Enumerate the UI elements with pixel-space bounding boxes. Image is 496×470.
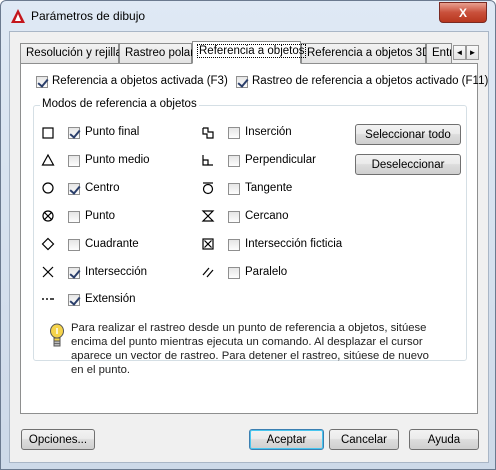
- ok-button[interactable]: Aceptar: [249, 429, 324, 450]
- node-label[interactable]: Punto: [85, 210, 115, 222]
- tangent-icon: [202, 182, 214, 195]
- group-title: Modos de referencia a objetos: [40, 98, 199, 110]
- help-button[interactable]: Ayuda: [409, 429, 479, 450]
- drawing-settings-dialog: Parámetros de dibujo X Resolución y reji…: [0, 0, 496, 470]
- apparent-intersection-icon: [202, 238, 214, 250]
- tracking-hint-text: Para realizar el rastreo desde un punto …: [71, 322, 429, 376]
- nearest-icon: [201, 210, 215, 222]
- extension-label[interactable]: Extensión: [85, 293, 136, 305]
- tab-3d-object-snap[interactable]: Referencia a objetos 3D: [301, 43, 430, 63]
- intersection-label[interactable]: Intersección: [85, 266, 147, 278]
- parallel-label[interactable]: Paralelo: [245, 266, 287, 278]
- tab-polar-tracking[interactable]: Rastreo polar: [119, 43, 194, 63]
- tab-scroll-left-button[interactable]: ◄: [453, 45, 466, 60]
- osnap-tracking-checkbox[interactable]: [236, 76, 248, 88]
- tangent-label[interactable]: Tangente: [245, 182, 292, 194]
- endpoint-label[interactable]: Punto final: [85, 126, 139, 138]
- center-circle-icon: [42, 182, 54, 194]
- osnap-on-label[interactable]: Referencia a objetos activada (F3): [52, 75, 228, 87]
- extension-icon: [42, 298, 54, 300]
- node-icon: [42, 210, 54, 222]
- insertion-icon: [202, 127, 214, 139]
- intersection-checkbox[interactable]: [68, 267, 80, 279]
- title-bar: Parámetros de dibujo X: [1, 1, 495, 31]
- extension-checkbox[interactable]: [68, 294, 80, 306]
- lightbulb-icon: [50, 323, 64, 347]
- midpoint-label[interactable]: Punto medio: [85, 154, 150, 166]
- perpendicular-checkbox[interactable]: [228, 155, 240, 167]
- midpoint-checkbox[interactable]: [68, 155, 80, 167]
- insertion-checkbox[interactable]: [228, 127, 240, 139]
- window-title: Parámetros de dibujo: [31, 9, 146, 23]
- dialog-body: Resolución y rejilla Rastreo polar Refer…: [9, 31, 489, 463]
- insertion-label[interactable]: Inserción: [245, 126, 292, 138]
- perpendicular-label[interactable]: Perpendicular: [245, 154, 316, 166]
- close-button[interactable]: X: [439, 2, 487, 23]
- tab-dynamic-input[interactable]: Entr: [426, 43, 452, 63]
- tangent-checkbox[interactable]: [228, 183, 240, 195]
- tab-resolution-grid[interactable]: Resolución y rejilla: [20, 43, 122, 63]
- parallel-checkbox[interactable]: [228, 267, 240, 279]
- midpoint-triangle-icon: [41, 153, 55, 166]
- center-checkbox[interactable]: [68, 183, 80, 195]
- quadrant-checkbox[interactable]: [68, 239, 80, 251]
- intersection-x-icon: [42, 266, 54, 278]
- quadrant-diamond-icon: [41, 237, 55, 251]
- parallel-icon: [202, 267, 214, 278]
- apparent-intersection-checkbox[interactable]: [228, 239, 240, 251]
- osnap-on-checkbox[interactable]: [36, 76, 48, 88]
- node-checkbox[interactable]: [68, 211, 80, 223]
- nearest-label[interactable]: Cercano: [245, 210, 288, 222]
- quadrant-label[interactable]: Cuadrante: [85, 238, 139, 250]
- nearest-checkbox[interactable]: [228, 211, 240, 223]
- autocad-logo-icon: [11, 9, 25, 23]
- tab-scroll-right-button[interactable]: ►: [466, 45, 479, 60]
- object-snap-panel: Referencia a objetos activada (F3) Rastr…: [20, 63, 488, 414]
- options-button[interactable]: Opciones...: [21, 429, 95, 450]
- endpoint-checkbox[interactable]: [68, 127, 80, 139]
- clear-all-button[interactable]: Deseleccionar: [355, 154, 461, 175]
- apparent-intersection-label[interactable]: Intersección ficticia: [245, 238, 342, 250]
- center-label[interactable]: Centro: [85, 182, 120, 194]
- select-all-button[interactable]: Seleccionar todo: [355, 124, 461, 145]
- endpoint-square-icon: [42, 127, 54, 139]
- perpendicular-icon: [202, 155, 213, 166]
- osnap-tracking-label[interactable]: Rastreo de referencia a objetos activado…: [252, 75, 488, 87]
- cancel-button[interactable]: Cancelar: [329, 429, 399, 450]
- tab-object-snap[interactable]: Referencia a objetos: [192, 41, 307, 64]
- tab-object-snap-label: Referencia a objetos: [196, 44, 307, 58]
